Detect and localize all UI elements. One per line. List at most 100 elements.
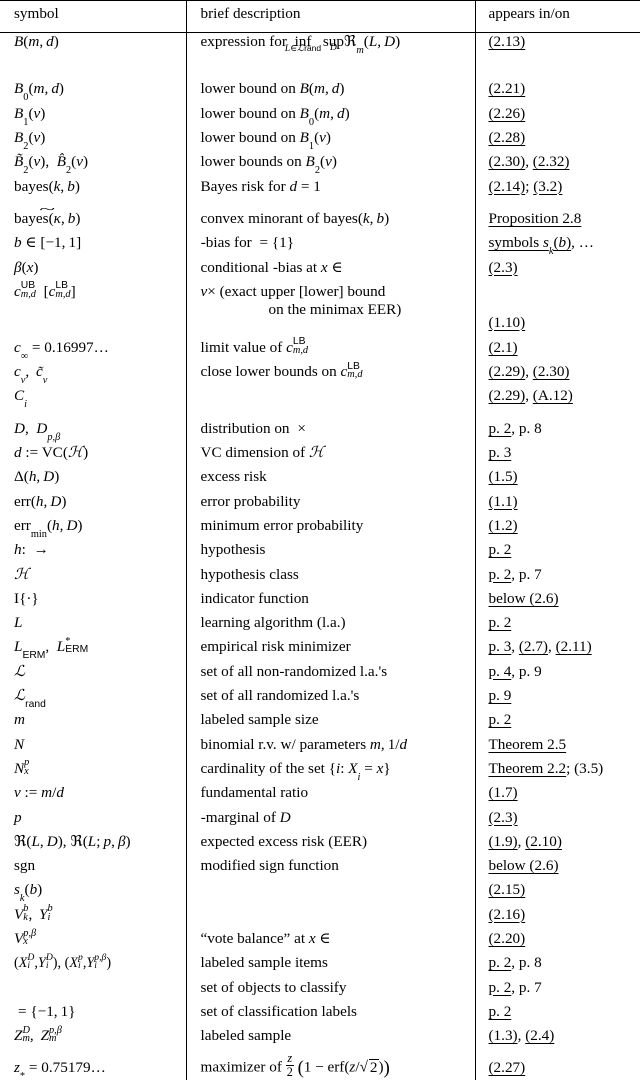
table-row: p 𝋛-marginal of D (2.3) — [0, 809, 640, 833]
row-symbol: D, Dp,β — [0, 420, 186, 444]
reference-link[interactable]: (2.16) — [489, 906, 526, 923]
reference-link[interactable]: p. 2 — [489, 954, 512, 971]
reference-link[interactable]: below (2.6) — [489, 857, 559, 874]
row-reference: p. 2, p. 8 — [475, 954, 640, 978]
row-symbol: ZDm, Zp,β m — [0, 1027, 186, 1051]
row-description: lower bound on B(m, d) — [186, 80, 475, 104]
row-description: binomial r.v. w/ parameters m, 1/d — [186, 736, 475, 760]
table-row: ℋ hypothesis class p. 2, p. 7 — [0, 566, 640, 590]
reference-link[interactable]: (1.3) — [489, 1027, 518, 1044]
row-description: distribution on 𝋛 × 𝋜 — [186, 420, 475, 444]
reference-link[interactable]: p. 2 — [489, 566, 512, 583]
row-symbol: L — [0, 614, 186, 638]
reference-link[interactable]: (2.32) — [533, 153, 570, 170]
row-reference: p. 2 — [475, 614, 640, 638]
row-description: 𝋛-marginal of D — [186, 809, 475, 833]
reference-link[interactable]: (1.2) — [489, 517, 518, 534]
reference-link[interactable]: p. 9 — [489, 687, 512, 704]
row-symbol: β(x) — [0, 259, 186, 283]
row-reference: (2.28) — [475, 129, 640, 153]
reference-link[interactable]: p. 2 — [489, 979, 512, 996]
reference-link[interactable]: p. 2 — [489, 1003, 512, 1020]
row-reference: p. 2 — [475, 1003, 640, 1027]
row-reference: p. 2 — [475, 541, 640, 565]
row-description: fundamental ratio — [186, 784, 475, 808]
row-description: “vote balance” at x ∈ 𝋛 — [186, 930, 475, 954]
reference-link[interactable]: (1.7) — [489, 784, 518, 801]
reference-link[interactable]: (2.27) — [489, 1059, 526, 1076]
reference-link[interactable]: p. 2 — [489, 541, 512, 558]
reference-link[interactable]: (1.10) — [489, 314, 526, 331]
reference-link[interactable]: (1.5) — [489, 468, 518, 485]
table-row: (X Di ,Y Di), (X p i ,Y p,β i) labeled sample it… — [0, 954, 640, 978]
table-row: d := VC(ℋ) VC dimension of ℋ p. 3 — [0, 444, 640, 468]
reference-link[interactable]: symbols sk(b) — [489, 234, 572, 251]
reference-link[interactable]: (2.3) — [489, 259, 518, 276]
table-row: ℜ(L, D), ℜ(L; p, β) expected excess risk… — [0, 833, 640, 857]
row-description: learning algorithm (l.a.) — [186, 614, 475, 638]
reference-link[interactable]: Theorem 2.2 — [489, 760, 567, 777]
reference-link[interactable]: p. 4 — [489, 663, 512, 680]
reference-link[interactable]: (2.1) — [489, 339, 518, 356]
reference-link[interactable]: (2.30) — [533, 363, 570, 380]
table-row: errmin(h, D) minimum error probability (… — [0, 517, 640, 541]
row-reference: (2.14); (3.2) — [475, 178, 640, 210]
reference-link[interactable]: p. 3 — [489, 444, 512, 461]
row-symbol: B0(m, d) — [0, 80, 186, 104]
reference-link[interactable]: (2.7) — [519, 638, 548, 655]
table-row: LERM, L * ERM empirical risk minimizer p. … — [0, 638, 640, 662]
table-row: cν, c̃ν close lower bounds on c LB m,d (2.… — [0, 363, 640, 387]
reference-link[interactable]: below (2.6) — [489, 590, 559, 607]
reference-link[interactable]: (2.20) — [489, 930, 526, 947]
row-description: expression for inf L∈ℒrand sup D ℜm(L, D) — [186, 33, 475, 80]
reference-link[interactable]: p. 2 — [489, 614, 512, 631]
reference-link[interactable]: (2.30) — [489, 153, 526, 170]
row-reference: (2.15) — [475, 881, 640, 905]
reference-link[interactable]: (2.26) — [489, 105, 526, 122]
reference-link[interactable]: (2.3) — [489, 809, 518, 826]
row-symbol: c UB m,d [c LB m,d] — [0, 283, 186, 339]
reference-link[interactable]: (2.4) — [525, 1027, 554, 1044]
row-description: labeled sample size — [186, 711, 475, 735]
row-symbol: sk(b) — [0, 881, 186, 905]
reference-link[interactable]: Theorem 2.5 — [489, 736, 567, 753]
row-reference: (1.7) — [475, 784, 640, 808]
table-row: m labeled sample size p. 2 — [0, 711, 640, 735]
reference-link[interactable]: (1.1) — [489, 493, 518, 510]
reference-link[interactable]: Proposition 2.8 — [489, 210, 582, 227]
reference-link[interactable]: (2.11) — [556, 638, 592, 655]
reference-link[interactable]: (2.29) — [489, 387, 526, 404]
reference-link[interactable]: (3.2) — [533, 178, 562, 195]
reference-link[interactable]: (2.21) — [489, 80, 526, 97]
row-symbol: B1(ν) — [0, 105, 186, 129]
row-reference: (2.16) — [475, 906, 640, 930]
reference-link[interactable]: p. 3 — [489, 638, 512, 655]
reference-link[interactable]: p. 2 — [489, 711, 512, 728]
reference-link[interactable]: (2.15) — [489, 881, 526, 898]
reference-link[interactable]: (2.14) — [489, 178, 526, 195]
table-header-row: symbol brief description appears in/on — [0, 1, 640, 32]
reference-link[interactable]: (2.13) — [489, 33, 526, 50]
reference-link[interactable]: (2.29) — [489, 363, 526, 380]
row-symbol: N — [0, 736, 186, 760]
table-row: h: 𝋛 → 𝋜 hypothesis p. 2 — [0, 541, 640, 565]
reference-link[interactable]: (A.12) — [533, 387, 573, 404]
reference-link[interactable]: (1.9) — [489, 833, 518, 850]
reference-link[interactable]: p. 2 — [489, 420, 512, 437]
row-reference: (2.3) — [475, 809, 640, 833]
row-description: VC dimension of ℋ — [186, 444, 475, 468]
reference-link[interactable]: (2.28) — [489, 129, 526, 146]
row-reference: (1.10) — [475, 283, 640, 339]
symbol-glossary-table: symbol brief description appears in/on B… — [0, 0, 640, 1080]
row-description: set of classification labels — [186, 1003, 475, 1027]
reference-link[interactable]: (2.10) — [525, 833, 562, 850]
row-description: hypothesis class — [186, 566, 475, 590]
table-row: I{·} indicator function below (2.6) — [0, 590, 640, 614]
row-reference: p. 2, p. 8 — [475, 420, 640, 444]
table-row: err(h, D) error probability (1.1) — [0, 493, 640, 517]
row-reference: (1.9), (2.10) — [475, 833, 640, 857]
row-symbol: b ∈ [−1, 1] — [0, 234, 186, 258]
row-symbol: c∞ = 0.16997… — [0, 339, 186, 363]
table-row: b ∈ [−1, 1] 𝋜-bias for 𝋛 = {1} symbols s… — [0, 234, 640, 258]
row-description: close lower bounds on c LB m,d — [186, 363, 475, 387]
